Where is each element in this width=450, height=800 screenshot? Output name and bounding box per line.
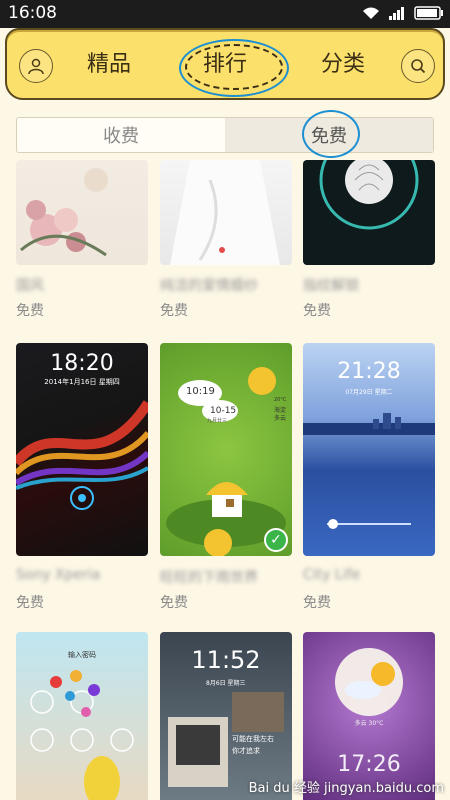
widget-weather: 多云 [274, 415, 287, 422]
theme-price: 免费 [303, 595, 331, 611]
password-prompt: 输入密码 [68, 651, 96, 659]
theme-card[interactable]: 输入密码 [16, 632, 148, 800]
theme-thumbnail[interactable] [160, 160, 292, 265]
theme-price: 免费 [160, 303, 188, 319]
tab-ranking[interactable]: 排行 [203, 46, 247, 78]
highlight-circle-free [302, 110, 360, 158]
weather-label: 多云 30°C [354, 720, 384, 727]
theme-thumbnail[interactable]: 11:52 8月6日 星期三 可能在我左右 你才追求 [160, 632, 292, 800]
lock-clock: 17:26 [337, 752, 401, 777]
theme-name: 纯洁的爱情婚纱 [160, 278, 258, 294]
theme-name: 国风 [16, 278, 44, 294]
widget-clock: 10:19 [186, 386, 215, 397]
theme-thumbnail[interactable]: 21:28 07月29日 星期二 [303, 343, 435, 556]
theme-card[interactable]: 18:20 2014年1月16日 星期四 Sony Xperia 免费 [16, 343, 148, 613]
theme-name: City Life [303, 567, 361, 583]
widget-lunar-date: 九月廿三 [207, 418, 228, 424]
flower-illustration [20, 168, 108, 257]
profile-button[interactable] [19, 49, 53, 83]
user-icon [28, 58, 44, 75]
watermark: Bai du 经验 jingyan.baidu.com [248, 781, 444, 796]
theme-card[interactable]: 国风 免费 [16, 160, 148, 320]
signal-icon [389, 7, 404, 20]
status-bar: 16:08 [0, 0, 450, 28]
theme-thumbnail[interactable] [303, 160, 435, 265]
cartoon-house-illustration [166, 367, 286, 556]
theme-thumbnail[interactable]: 18:20 2014年1月16日 星期四 [16, 343, 148, 556]
lock-clock: 11:52 [191, 646, 261, 674]
widget-date: 10-15 [210, 406, 237, 416]
lock-note-line-1: 可能在我左右 [232, 735, 274, 743]
top-nav-header: 精品 排行 分类 [5, 28, 445, 100]
theme-thumbnail[interactable]: 多云 30°C 17:26 [303, 632, 435, 800]
theme-card[interactable]: 多云 30°C 17:26 [303, 632, 435, 800]
applied-check-icon: ✓ [264, 528, 288, 552]
theme-thumbnail[interactable] [16, 160, 148, 265]
theme-price: 免费 [160, 595, 188, 611]
theme-card[interactable]: 指纹解锁 免费 [303, 160, 435, 320]
fingerprint-illustration [319, 160, 419, 230]
theme-card[interactable]: 纯洁的爱情婚纱 免费 [160, 160, 292, 320]
theme-price: 免费 [16, 303, 44, 319]
lock-date: 8月6日 星期三 [206, 680, 246, 687]
status-icons [362, 6, 444, 20]
theme-thumbnail[interactable]: 输入密码 [16, 632, 148, 800]
theme-name: 旺旺的下雨世界 [160, 570, 258, 586]
tab-featured[interactable]: 精品 [87, 46, 131, 78]
theme-price: 免费 [303, 303, 331, 319]
price-filter-segment: 收费 免费 [16, 117, 434, 153]
theme-name: 指纹解锁 [303, 278, 359, 294]
lock-note-line-2: 你才追求 [232, 747, 260, 755]
theme-name: Sony Xperia [16, 567, 101, 583]
wedding-dress-photo [170, 160, 280, 265]
lock-date: 2014年1月16日 星期四 [44, 378, 120, 386]
theme-card[interactable]: 21:28 07月29日 星期二 City Life 免费 [303, 343, 435, 613]
lock-date: 07月29日 星期二 [345, 389, 393, 396]
search-icon [411, 59, 426, 74]
search-button[interactable] [401, 49, 435, 83]
wifi-icon [363, 7, 379, 19]
segment-paid[interactable]: 收费 [17, 118, 225, 152]
widget-temperature: 20°C [274, 397, 287, 403]
lock-clock: 21:28 [337, 359, 401, 384]
lock-clock: 18:20 [50, 351, 114, 376]
theme-card[interactable]: 10:19 10-15 九月廿三 20°C 海淀 多云 ✓ 旺旺的下雨世界 免费 [160, 343, 292, 613]
status-time: 16:08 [8, 3, 57, 23]
theme-card[interactable]: 11:52 8月6日 星期三 可能在我左右 你才追求 [160, 632, 292, 800]
tab-category[interactable]: 分类 [321, 46, 365, 78]
theme-price: 免费 [16, 595, 44, 611]
battery-icon [414, 6, 443, 20]
theme-thumbnail[interactable]: 10:19 10-15 九月廿三 20°C 海淀 多云 ✓ [160, 343, 292, 556]
